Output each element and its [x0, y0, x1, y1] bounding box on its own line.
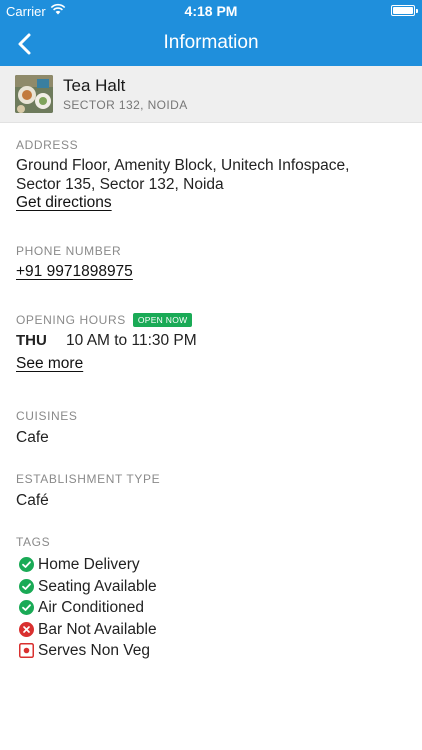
tag-label: Air Conditioned: [38, 599, 144, 616]
battery-icon: [391, 5, 418, 16]
tag-label: Seating Available: [38, 577, 157, 595]
hours-row: THU 10 AM to 11:30 PM: [16, 331, 416, 350]
nav-bar: Information: [0, 22, 422, 66]
see-more-link[interactable]: See more: [16, 355, 416, 373]
hours-time: 10 AM to 11:30 PM: [66, 332, 197, 349]
tag-item: Serves Non Veg: [16, 641, 416, 663]
restaurant-name: Tea Halt: [63, 76, 126, 95]
tags-list: Home Delivery Seating Available Air Cond…: [16, 555, 416, 663]
check-circle-icon: [19, 578, 34, 594]
cuisines-label: CUISINES: [16, 409, 78, 423]
address-label: ADDRESS: [16, 138, 79, 152]
tag-item: Home Delivery: [16, 555, 416, 577]
address-section: ADDRESS Ground Floor, Amenity Block, Uni…: [16, 138, 416, 212]
open-now-badge: OPEN NOW: [132, 313, 193, 327]
status-bar: Carrier 4:18 PM: [0, 0, 422, 22]
tag-label: Home Delivery: [38, 556, 140, 573]
address-line-1: Ground Floor, Amenity Block, Unitech Inf…: [16, 157, 350, 174]
phone-number-link[interactable]: +91 9971898975: [16, 263, 416, 281]
tags-section: TAGS Home Delivery Seating Available Air…: [16, 535, 416, 663]
tags-label: TAGS: [16, 535, 51, 549]
tag-item: Bar Not Available: [16, 620, 416, 642]
status-time: 4:18 PM: [184, 3, 238, 19]
restaurant-thumbnail: [15, 75, 53, 113]
phone-section: PHONE NUMBER +91 9971898975: [16, 244, 416, 281]
establishment-section: ESTABLISHMENT TYPE Café: [16, 472, 416, 510]
establishment-value: Café: [16, 492, 49, 509]
hours-day: THU: [16, 332, 47, 349]
restaurant-header[interactable]: Tea Halt SECTOR 132, NOIDA: [0, 66, 422, 123]
phone-label: PHONE NUMBER: [16, 244, 122, 258]
hours-label: OPENING HOURS: [16, 313, 126, 327]
hours-label-row: OPENING HOURS OPEN NOW: [16, 313, 416, 327]
address-line-2: Sector 135, Sector 132, Noida: [16, 176, 224, 193]
tag-label: Bar Not Available: [38, 620, 157, 638]
get-directions-link[interactable]: Get directions: [16, 194, 416, 212]
non-veg-icon: [19, 643, 34, 658]
establishment-label: ESTABLISHMENT TYPE: [16, 472, 161, 486]
page-title: Information: [163, 32, 259, 53]
tag-item: Air Conditioned: [16, 598, 416, 620]
check-circle-icon: [19, 557, 34, 572]
hours-section: OPENING HOURS OPEN NOW THU 10 AM to 11:30 …: [16, 313, 416, 373]
cuisines-section: CUISINES Cafe: [16, 409, 416, 447]
cross-circle-icon: [19, 621, 34, 637]
restaurant-location: SECTOR 132, NOIDA: [63, 98, 188, 112]
cuisines-value: Cafe: [16, 429, 49, 446]
tag-item: Seating Available: [16, 577, 416, 599]
check-circle-icon: [19, 600, 34, 615]
tag-label: Serves Non Veg: [38, 642, 151, 659]
top-bar: Carrier 4:18 PM Information: [0, 0, 422, 66]
